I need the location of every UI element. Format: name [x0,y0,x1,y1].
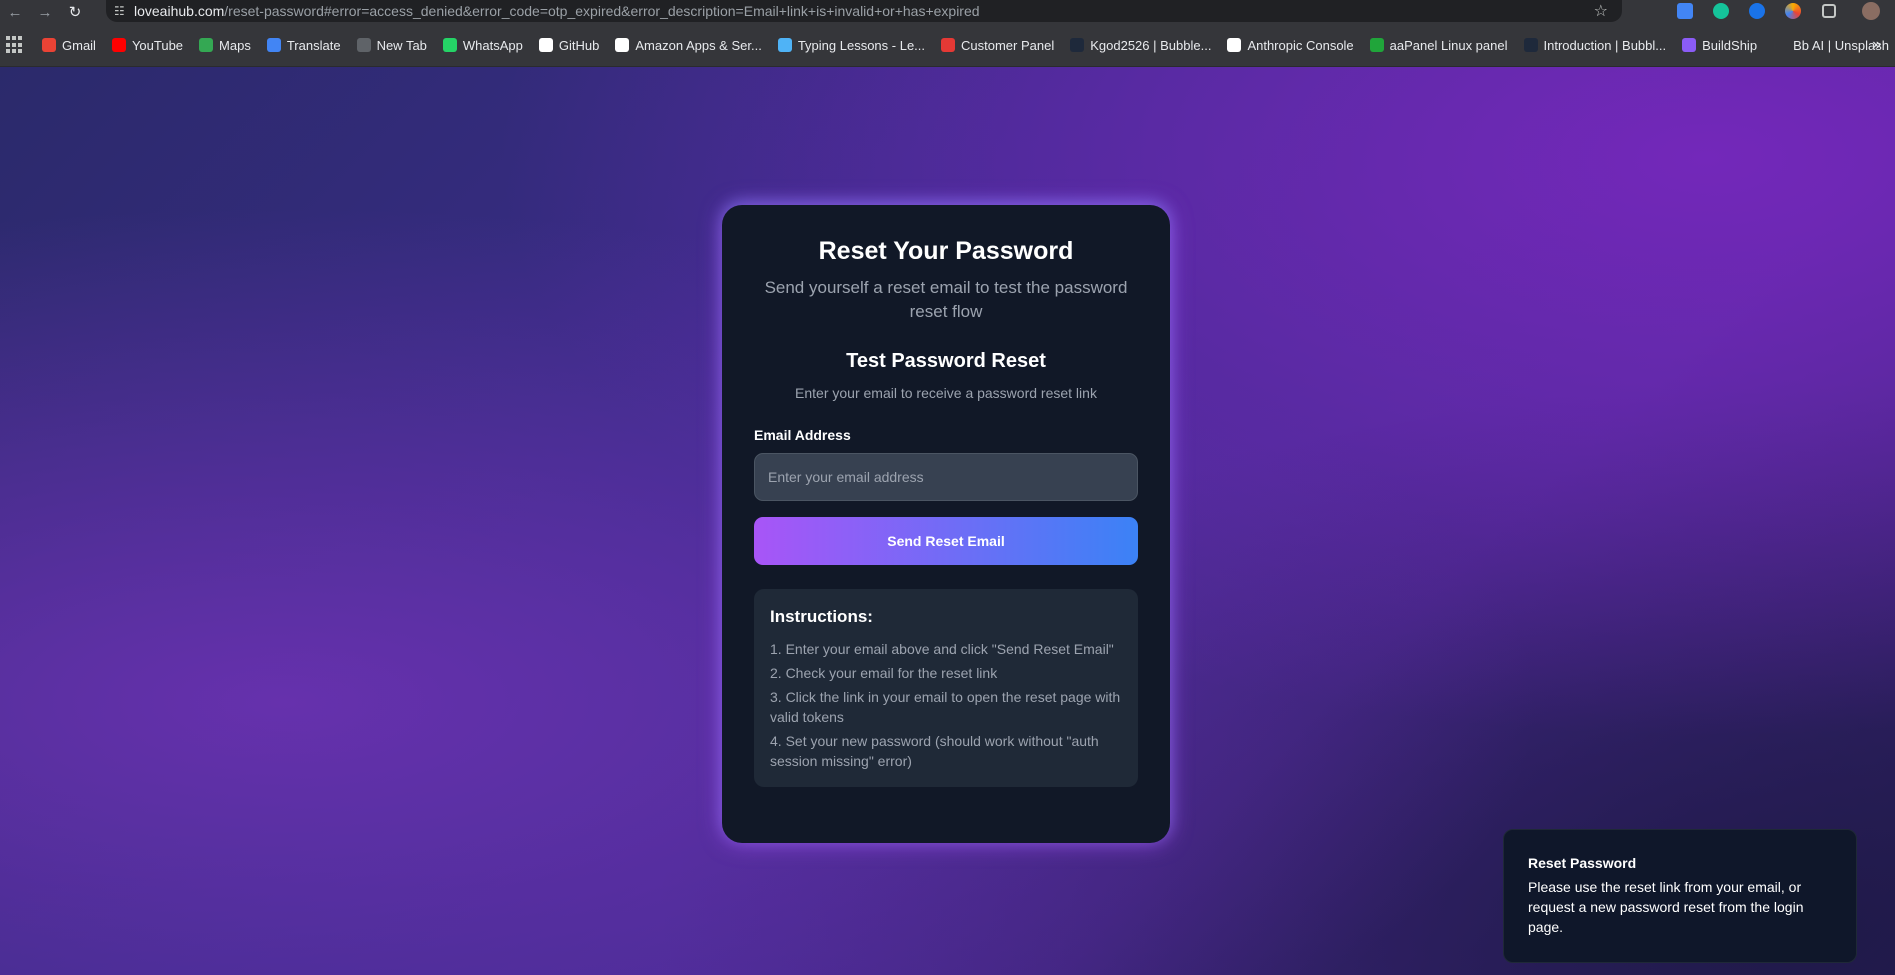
back-icon[interactable]: ← [0,0,30,24]
instruction-item: 2. Check your email for the reset link [770,665,998,681]
site-settings-icon[interactable]: ☷ [114,4,134,18]
aapanel-icon [1369,38,1384,52]
whatsapp-icon [442,38,457,52]
toast-notification[interactable]: Reset Password Please use the reset link… [1503,829,1857,963]
bookmark-label: Typing Lessons - Le... [797,37,926,53]
grammarly-extension-icon[interactable] [1703,0,1739,22]
bookmark-item[interactable]: Customer Panel [941,38,1054,53]
url-path: /reset-password#error=access_denied&erro… [224,3,980,19]
bookmark-label: Maps [219,37,251,53]
bookmark-item[interactable]: Translate [266,37,341,53]
extensions-bar [1667,0,1895,22]
address-bar[interactable]: ☷ loveaihub.com/reset-password#error=acc… [106,0,1622,22]
bubble-icon [1523,38,1538,52]
anthropic-icon [1227,38,1242,52]
bookmark-label: Introduction | Bubbl... [1543,37,1667,53]
bookmark-item[interactable]: Anthropic Console [1227,37,1354,53]
instruction-item: 3. Click the link in your email to open … [770,689,1121,725]
bookmark-item[interactable]: Kgod2526 | Bubble... [1070,38,1211,53]
github-icon [538,38,553,52]
color-extension-icon[interactable] [1775,0,1811,22]
youtube-icon [111,38,126,52]
g-icon [941,38,956,52]
buildship-icon [1682,38,1697,52]
bookmark-item[interactable]: New Tab [356,37,427,53]
translate-icon [266,38,281,52]
instructions-box: Instructions: 1. Enter your email above … [754,589,1138,787]
maps-icon [199,38,214,52]
section-title: Test Password Reset [846,350,1046,372]
bookmark-item[interactable]: YouTube [111,37,184,53]
lens-extension-icon[interactable] [1739,0,1775,22]
section-subtitle: Enter your email to receive a password r… [795,385,1097,401]
bookmark-item[interactable]: Typing Lessons - Le... [777,37,926,53]
bookmark-label: Kgod2526 | Bubble... [1090,37,1212,53]
email-label: Email Address [754,427,851,443]
instruction-item: 1. Enter your email above and click "Sen… [770,641,1114,657]
bookmark-item[interactable]: Introduction | Bubbl... [1523,37,1667,53]
toast-title: Reset Password [1528,855,1637,871]
chevron-double-right-icon[interactable]: » [1872,36,1881,54]
instructions-title: Instructions: [770,607,873,626]
gmail-icon [42,38,56,52]
bookmark-label: BuildShip [1702,37,1758,53]
globe-icon [356,38,371,52]
page-title: Reset Your Password [818,237,1074,265]
instruction-item: 4. Set your new password (should work wi… [770,733,1099,769]
amazon-icon [615,38,630,52]
page-background: Reset Your Password Send yourself a rese… [0,67,1895,975]
send-reset-email-button[interactable]: Send Reset Email [754,517,1138,565]
bookmark-item[interactable]: aaPanel Linux panel [1369,37,1508,53]
page-subtitle: Send yourself a reset email to test the … [764,278,1128,321]
email-input[interactable]: Enter your email address [754,453,1138,501]
bookmark-label: Customer Panel [961,37,1055,53]
bookmark-label: Amazon Apps & Ser... [635,37,762,53]
bookmark-item[interactable]: Gmail [42,38,96,53]
bookmark-label: Translate [286,37,341,53]
bookmark-item[interactable]: Maps [199,38,251,53]
unsplash-icon [1773,38,1788,52]
bookmark-label: aaPanel Linux panel [1389,37,1508,53]
bookmark-item[interactable]: GitHub [538,37,600,53]
bookmark-item[interactable]: BuildShip [1682,38,1757,53]
browser-toolbar: ← → ↻ ☷ loveaihub.com/reset-password#err… [0,0,1895,24]
forward-icon[interactable]: → [30,0,60,24]
bookmark-label: New Tab [376,37,427,53]
apps-grid-icon[interactable] [6,36,22,54]
bookmark-star-icon[interactable]: ☆ [1594,1,1608,21]
profile-avatar[interactable] [1847,0,1895,22]
bookmarks-bar: Gmail YouTube Maps Translate New Tab WhatsApp… [0,24,1895,67]
bookmark-item[interactable]: Amazon Apps & Ser... [615,37,762,53]
url-domain: loveaihub.com [134,3,225,19]
translate-extension-icon[interactable] [1667,0,1703,22]
puzzle-extensions-icon[interactable] [1811,0,1847,22]
reset-password-card: Reset Your Password Send yourself a rese… [722,205,1170,843]
bookmark-item[interactable]: WhatsApp [442,37,523,53]
bookmark-label: Gmail [62,37,96,53]
bubble-icon [1070,38,1085,52]
bookmark-label: YouTube [131,37,184,53]
bookmark-label: Anthropic Console [1247,37,1354,53]
reload-icon[interactable]: ↻ [60,0,90,24]
bookmark-label: WhatsApp [462,37,523,53]
toast-message: Please use the reset link from your emai… [1528,879,1804,935]
bookmark-label: GitHub [558,37,600,53]
typing-icon [777,38,792,52]
